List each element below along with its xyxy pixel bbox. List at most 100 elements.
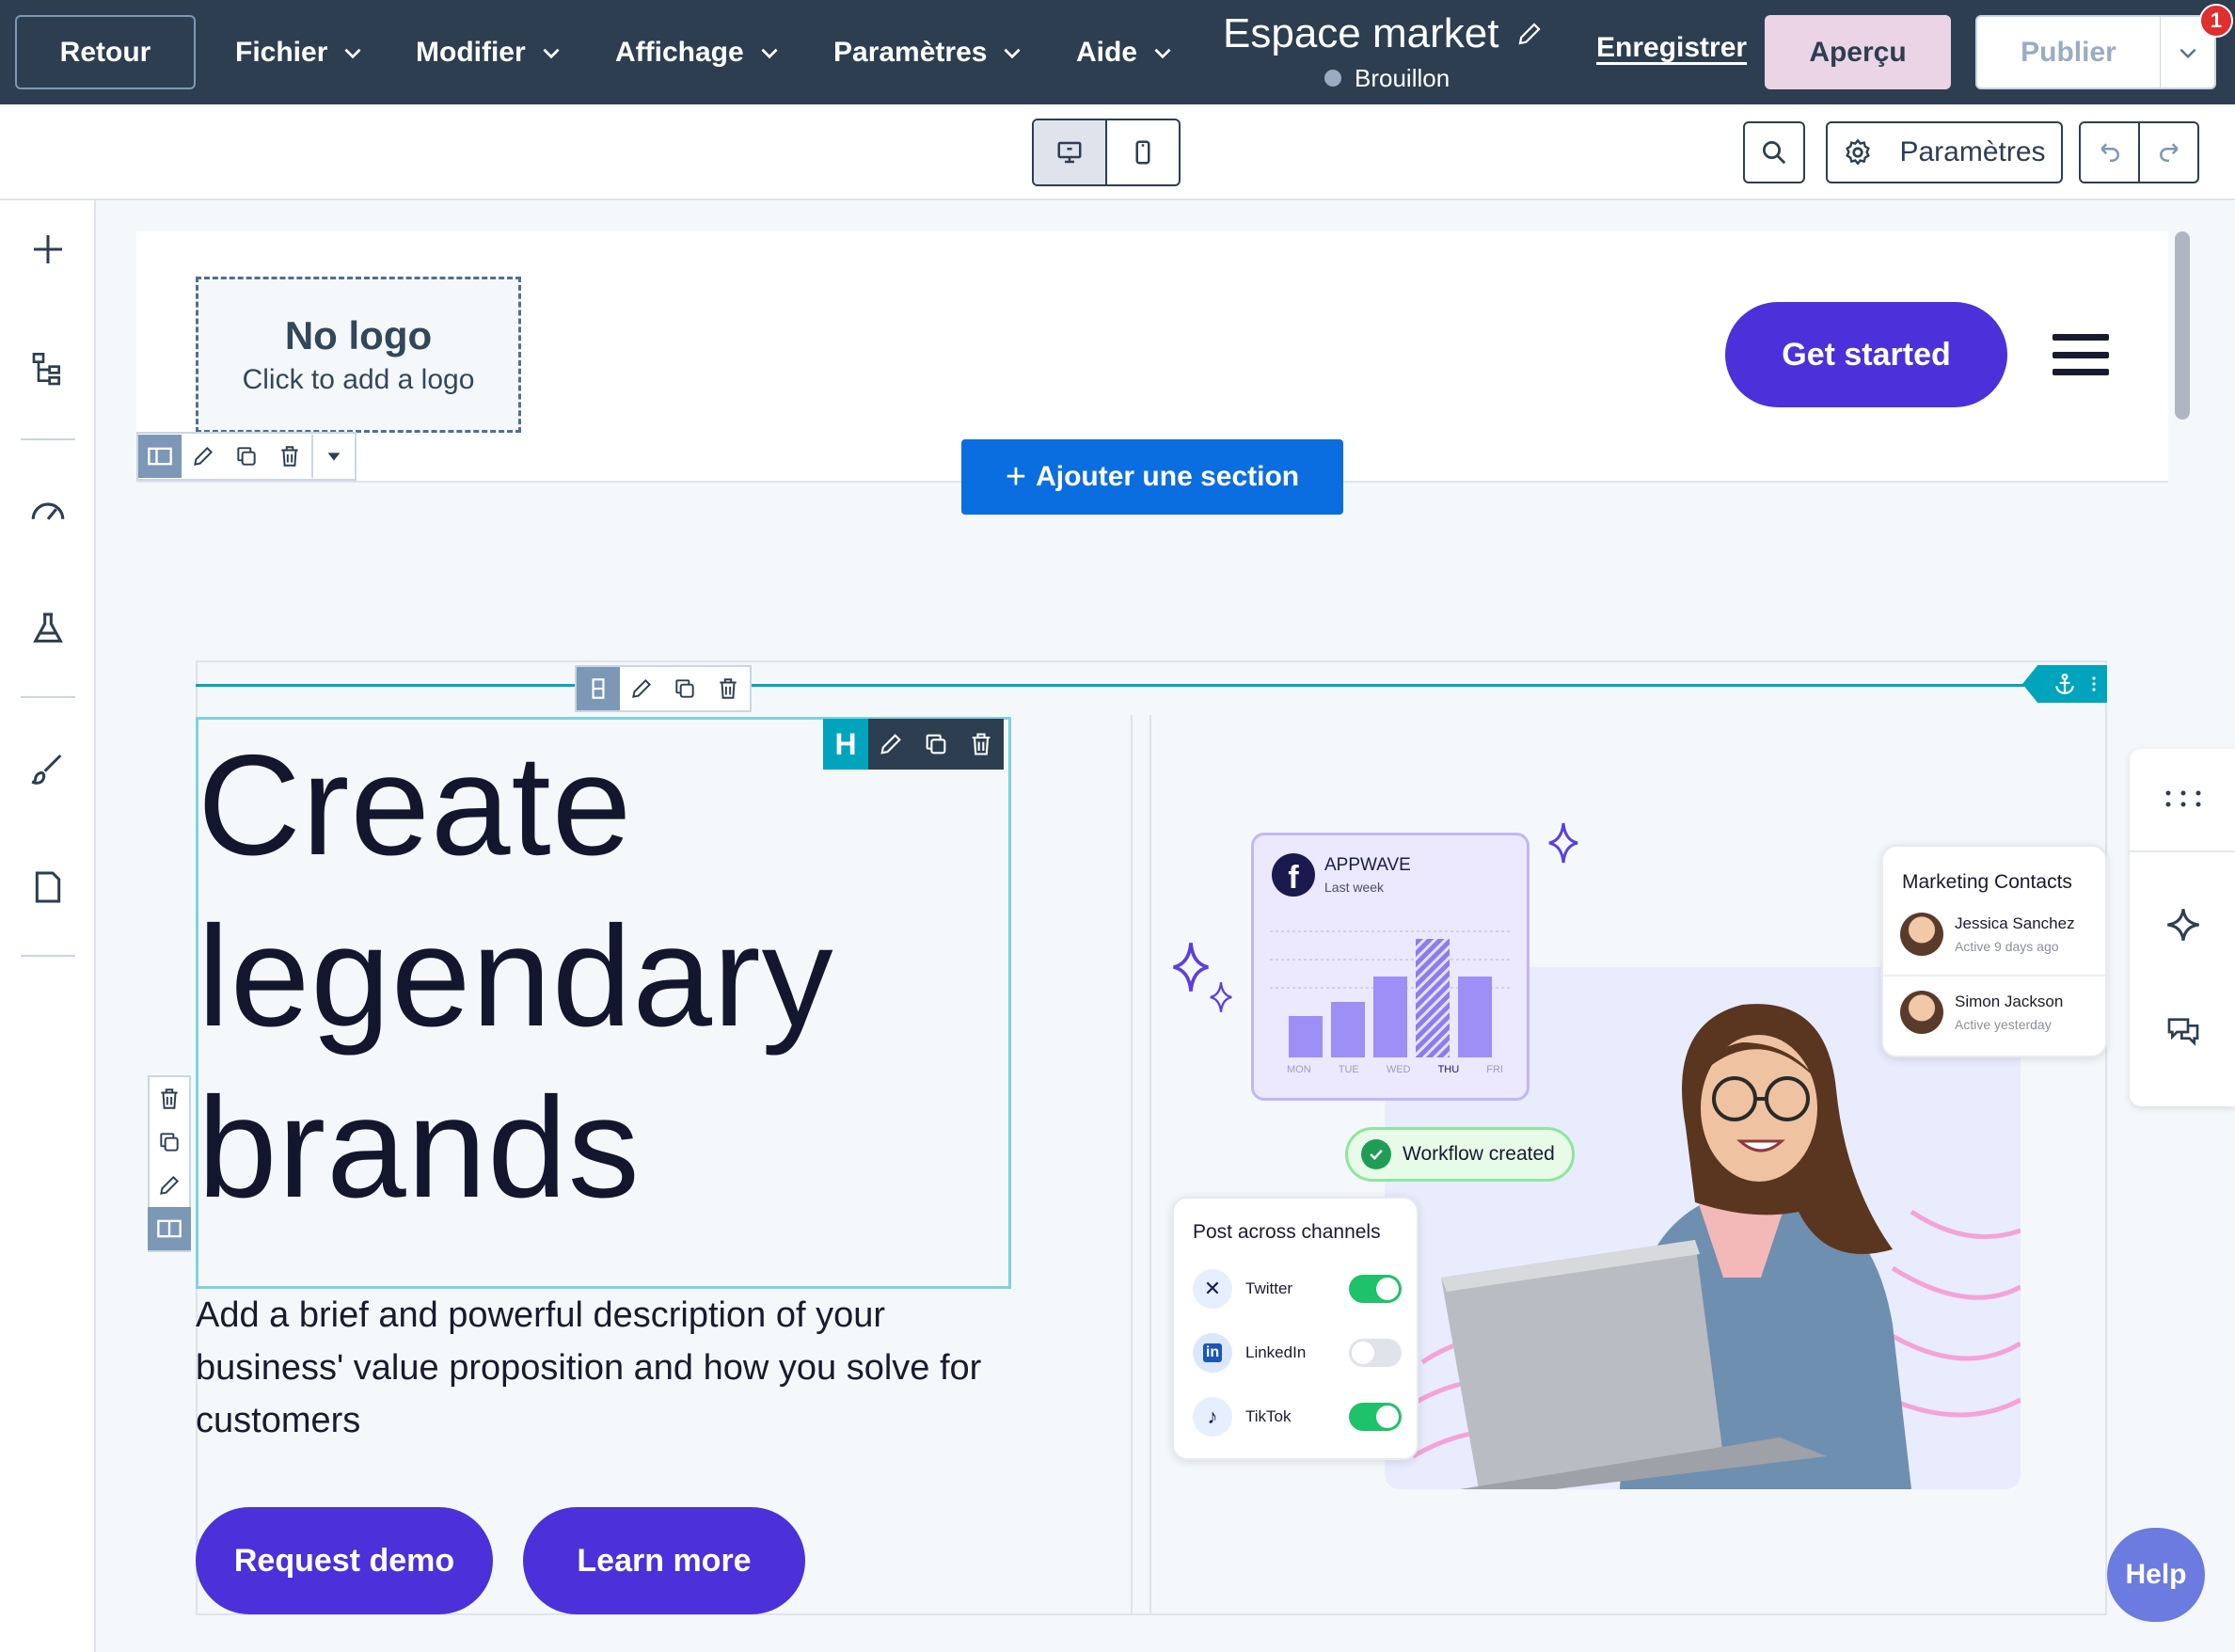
pages-button[interactable]: [24, 864, 71, 911]
section-more-button[interactable]: [311, 435, 355, 478]
row-edit-button[interactable]: [620, 667, 663, 710]
row-layout-button[interactable]: [577, 667, 620, 710]
mobile-view-button[interactable]: [1107, 120, 1179, 184]
hero-heading[interactable]: Create legendary brands: [198, 720, 1025, 1233]
chevron-down-icon: [2180, 48, 2195, 58]
chart-day-labels: MON TUE WED THU FRI: [1287, 1064, 1503, 1075]
search-icon: [1763, 141, 1786, 165]
theme-button[interactable]: [24, 746, 71, 793]
bar-chart-graphic: [1270, 930, 1511, 1057]
channel-row: ✕ Twitter: [1193, 1265, 1402, 1312]
menu-settings[interactable]: Paramètres: [833, 0, 1024, 104]
heading-clone-button[interactable]: [913, 719, 959, 770]
channel-row: ♪ TikTok: [1193, 1393, 1402, 1440]
gauge-icon: [31, 502, 65, 520]
sidebar-divider: [21, 696, 75, 698]
column-layout-button[interactable]: [148, 1207, 191, 1250]
get-started-button[interactable]: Get started: [1725, 302, 2007, 407]
column-delete-button[interactable]: [148, 1077, 191, 1120]
day-label: WED: [1386, 1064, 1411, 1075]
clone-icon: [160, 1133, 179, 1152]
trash-icon: [972, 733, 991, 755]
anchor-tag[interactable]: [2022, 665, 2107, 703]
hero-heading-line: legendary: [198, 897, 834, 1056]
appwave-period: Last week: [1324, 880, 1385, 895]
section-layout-button[interactable]: [138, 435, 182, 478]
heading-delete-button[interactable]: [959, 719, 1004, 770]
hamburger-menu-icon[interactable]: [2053, 334, 2109, 375]
undo-redo-group: [2079, 121, 2199, 183]
avatar: [1900, 991, 1943, 1034]
sparkle-icon: [1173, 943, 1209, 992]
add-element-button[interactable]: [24, 226, 71, 273]
hero-description[interactable]: Add a brief and powerful description of …: [196, 1289, 1023, 1447]
performance-button[interactable]: [24, 487, 71, 534]
row-delete-button[interactable]: [706, 667, 750, 710]
trash-icon: [720, 678, 737, 699]
layers-tree-icon: [32, 353, 60, 386]
layers-button[interactable]: [24, 346, 71, 393]
logo-placeholder[interactable]: No logo Click to add a logo: [196, 277, 521, 433]
menu-view[interactable]: Affichage: [615, 0, 782, 104]
desktop-view-button[interactable]: [1034, 120, 1107, 184]
publish-button[interactable]: Publier: [1975, 15, 2162, 89]
column-toolbar: [148, 1075, 191, 1252]
section-edit-button[interactable]: [182, 435, 225, 478]
device-toggle: [1032, 119, 1181, 186]
redo-icon: [2159, 143, 2179, 162]
channel-name: Twitter: [1245, 1279, 1293, 1297]
ai-assistant-button[interactable]: [2160, 901, 2207, 948]
menu-file[interactable]: Fichier: [235, 0, 365, 104]
undo-icon: [2100, 143, 2119, 162]
appwave-brand: APPWAVE: [1324, 855, 1411, 875]
settings-label: Paramètres: [1899, 136, 2046, 167]
document-title[interactable]: Espace market: [1223, 10, 1561, 56]
clone-icon: [237, 447, 256, 466]
comments-button[interactable]: [2160, 1009, 2207, 1056]
section-clone-button[interactable]: [225, 435, 268, 478]
column-edit-button[interactable]: [148, 1164, 191, 1207]
preview-button[interactable]: Aperçu: [1765, 15, 1951, 89]
menu-settings-label: Paramètres: [833, 36, 988, 68]
chevron-down-icon: [344, 48, 361, 58]
request-demo-button[interactable]: Request demo: [196, 1507, 493, 1614]
settings-button[interactable]: Paramètres: [1826, 121, 2063, 183]
mobile-icon: [1135, 140, 1150, 165]
channel-toggle: [1349, 1339, 1402, 1367]
help-button[interactable]: Help: [2107, 1528, 2205, 1622]
add-section-label: Ajouter une section: [1036, 461, 1300, 492]
save-link[interactable]: Enregistrer: [1596, 32, 1747, 64]
anchor-icon: [2055, 673, 2074, 694]
back-button[interactable]: Retour: [15, 15, 196, 89]
logo-placeholder-hint: Click to add a logo: [242, 364, 475, 395]
sidebar-divider: [21, 955, 75, 957]
pencil-icon[interactable]: [1515, 20, 1544, 48]
more-options-button[interactable]: [2160, 775, 2207, 822]
column-divider[interactable]: [1131, 715, 1151, 1615]
add-section-button[interactable]: + Ajouter une section: [961, 439, 1343, 515]
redo-button[interactable]: [2140, 123, 2197, 182]
contact-activity: Active yesterday: [1955, 1017, 2052, 1032]
section-delete-button[interactable]: [268, 435, 311, 478]
test-button[interactable]: [24, 605, 71, 652]
clone-icon: [675, 679, 694, 698]
contact-item: Simon Jackson Active yesterday: [1900, 991, 2088, 1034]
row-clone-button[interactable]: [663, 667, 706, 710]
learn-more-button[interactable]: Learn more: [523, 1507, 805, 1614]
search-button[interactable]: [1743, 121, 1805, 183]
document-title-text: Espace market: [1223, 10, 1499, 56]
menu-edit[interactable]: Modifier: [416, 0, 563, 104]
contact-divider: [1883, 975, 2105, 977]
facebook-icon: f: [1272, 853, 1315, 897]
check-icon: [1361, 1139, 1391, 1169]
canvas-scrollbar[interactable]: [2175, 231, 2190, 420]
sparkle-icon: [2167, 909, 2199, 941]
row-selection-line: [196, 684, 2107, 687]
undo-button[interactable]: [2081, 123, 2140, 182]
more-dots-icon: [2165, 790, 2201, 807]
column-clone-button[interactable]: [148, 1120, 191, 1164]
hero-heading-line: brands: [198, 1068, 641, 1228]
menu-help[interactable]: Aide: [1076, 0, 1175, 104]
heading-edit-button[interactable]: [868, 719, 913, 770]
brush-icon: [31, 754, 62, 785]
